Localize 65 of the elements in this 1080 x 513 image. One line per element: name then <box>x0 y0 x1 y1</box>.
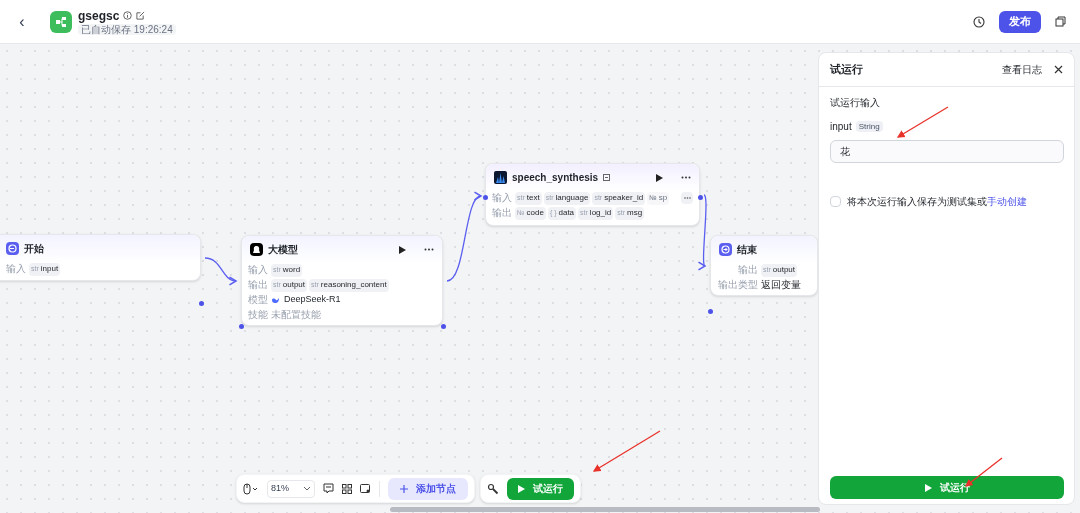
info-icon[interactable] <box>123 11 133 20</box>
row-label: 输入 <box>248 265 269 275</box>
row-value: 未配置技能 <box>271 310 321 320</box>
horizontal-scrollbar[interactable] <box>390 507 820 512</box>
field-label: input <box>830 120 852 134</box>
connection-port[interactable] <box>239 323 244 329</box>
connection-port[interactable] <box>698 194 703 200</box>
row-label: 输出 <box>248 280 269 290</box>
mouse-icon[interactable] <box>243 482 259 495</box>
image-icon[interactable] <box>360 483 371 494</box>
history-icon[interactable] <box>973 15 985 28</box>
app-name: gsegsc <box>78 8 120 23</box>
start-node-icon <box>6 242 19 255</box>
play-icon <box>924 483 932 492</box>
panel-title: 试运行 <box>830 62 863 78</box>
node-title: 开始 <box>24 242 44 256</box>
input-field[interactable]: 花 <box>830 140 1064 163</box>
add-node-button[interactable]: 添加节点 <box>388 477 468 500</box>
connection-port[interactable] <box>199 300 204 306</box>
app-icon <box>50 10 72 33</box>
comment-icon[interactable] <box>323 483 334 494</box>
connector <box>204 257 237 285</box>
node-title: speech_synthesis <box>512 171 599 185</box>
play-icon[interactable] <box>399 245 406 254</box>
view-log-link[interactable]: 查看日志 <box>1002 62 1042 77</box>
zoom-select[interactable]: 81% <box>267 479 315 498</box>
plugin-badge-icon <box>603 174 611 181</box>
row-label: 输出 <box>492 208 513 218</box>
connection-port[interactable] <box>441 323 446 329</box>
row-label: 模型 <box>248 295 269 305</box>
model-node-icon <box>250 243 263 256</box>
whale-icon <box>271 296 280 304</box>
waveform-icon <box>494 171 507 184</box>
play-icon[interactable] <box>656 173 663 182</box>
grid-icon[interactable] <box>342 483 352 494</box>
annotation-arrow <box>896 106 949 138</box>
node-title: 大模型 <box>268 243 298 257</box>
section-title: 试运行输入 <box>830 96 881 110</box>
row-value: 返回变量 <box>761 280 801 290</box>
row-label: 技能 <box>248 310 269 320</box>
more-icon[interactable] <box>424 248 434 251</box>
chevron-down-icon <box>303 486 311 491</box>
row-label: 输入 <box>6 264 27 274</box>
back-button[interactable]: ‹ <box>14 13 30 30</box>
edit-icon[interactable] <box>136 11 146 20</box>
save-checkbox[interactable] <box>830 196 841 207</box>
connection-port[interactable] <box>483 194 488 200</box>
annotation-arrow <box>592 430 661 472</box>
connection-port[interactable] <box>708 308 713 314</box>
plus-icon <box>400 484 408 493</box>
end-node-icon <box>719 243 732 256</box>
close-icon[interactable] <box>1054 65 1063 74</box>
row-label: 输出 <box>737 265 758 275</box>
autosave-status: 已自动保存 19:26:24 <box>78 23 176 35</box>
save-option-text: 将本次运行输入保存为测试集或手动创建 <box>847 195 1027 209</box>
type-tag: String <box>855 121 883 132</box>
model-name: DeepSeek-R1 <box>284 293 341 307</box>
play-icon <box>518 484 525 493</box>
row-label: 输入 <box>492 193 513 203</box>
copy-icon[interactable] <box>1055 16 1066 27</box>
row-label: 输出类型 <box>717 280 758 290</box>
node-title: 结束 <box>737 243 757 257</box>
publish-button[interactable]: 发布 <box>999 10 1041 33</box>
manual-create-link[interactable]: 手动创建 <box>987 196 1027 207</box>
more-icon[interactable] <box>681 176 691 179</box>
